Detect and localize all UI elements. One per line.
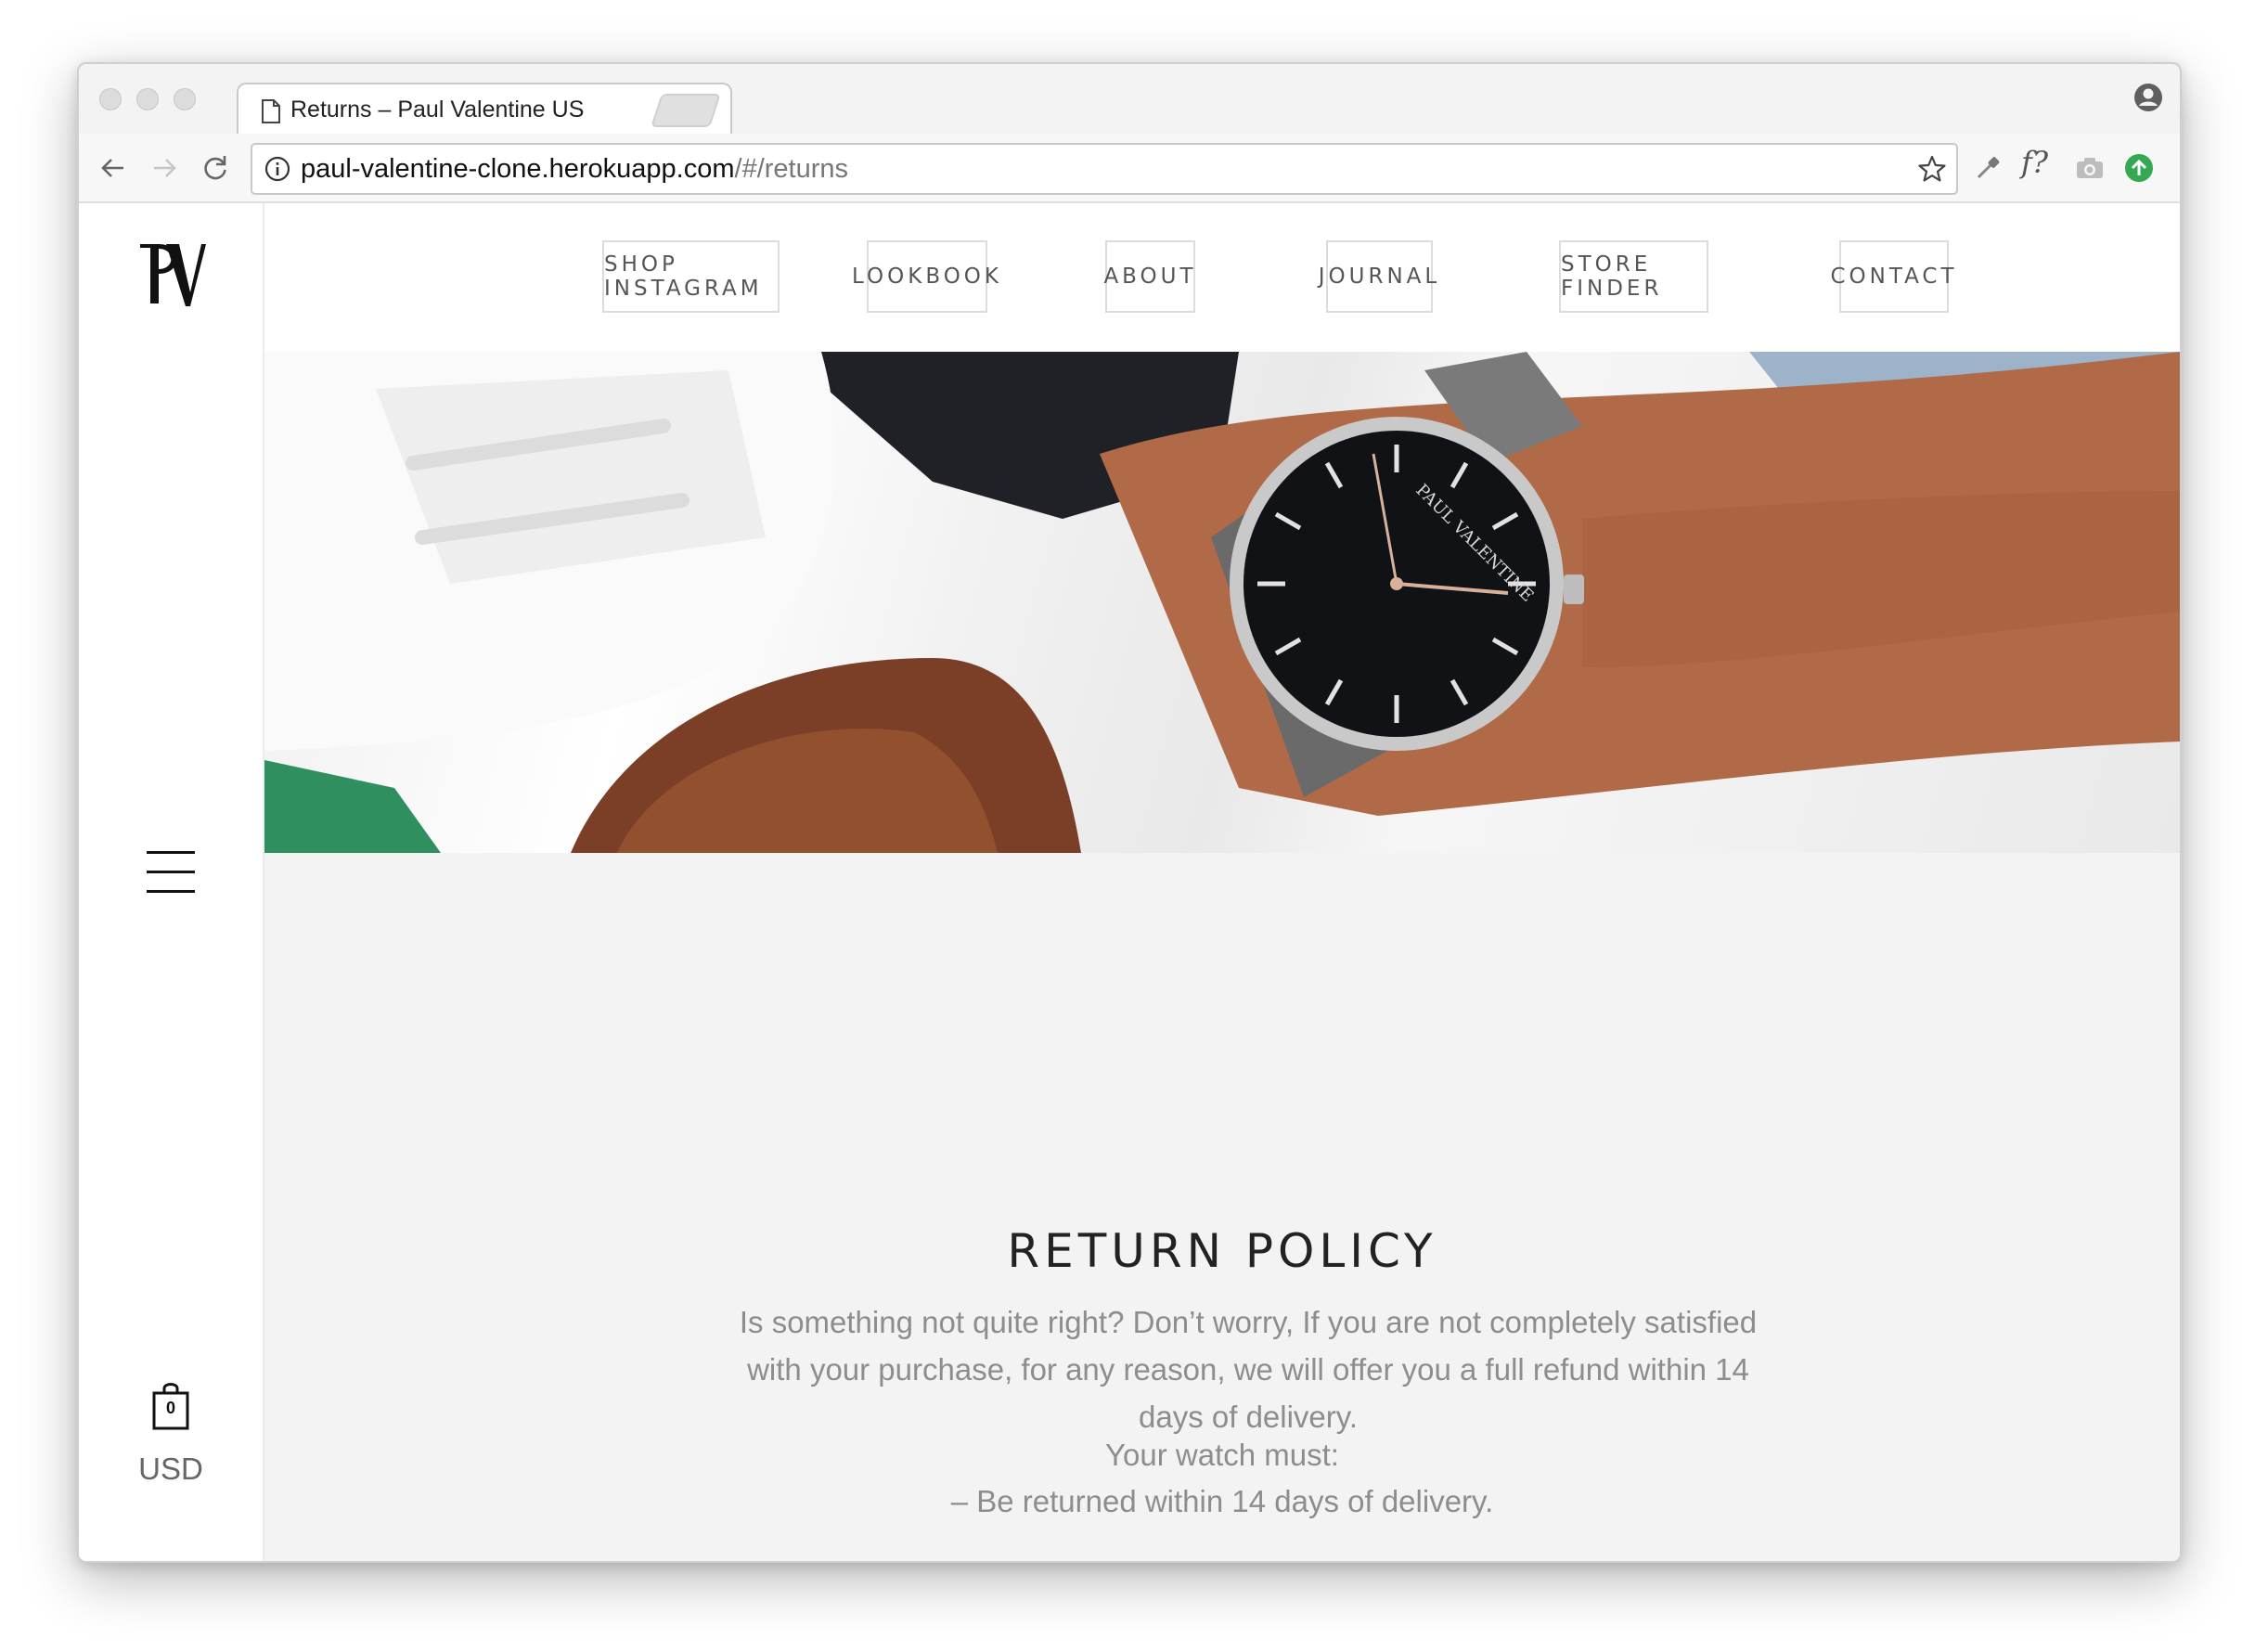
camera-extension-icon[interactable] <box>2074 152 2106 184</box>
cart-count: 0 <box>165 1399 175 1417</box>
minimize-window-button[interactable] <box>136 88 159 110</box>
top-navigation: SHOP INSTAGRAM LOOKBOOK ABOUT JOURNAL ST… <box>264 203 2180 352</box>
new-tab-button[interactable] <box>651 94 721 127</box>
shopping-bag-icon[interactable]: 0 <box>151 1382 190 1430</box>
nav-contact[interactable]: CONTACT <box>1830 240 1954 313</box>
page-icon <box>262 99 280 123</box>
site-info-icon[interactable] <box>264 156 290 182</box>
policy-intro-text: Is something not quite right? Don’t worr… <box>739 1305 1758 1434</box>
requirement-item: – Be returned within 14 days of delivery… <box>950 1484 1494 1518</box>
paul-valentine-logo[interactable] <box>135 237 209 309</box>
page-title: RETURN POLICY <box>1007 1224 1437 1278</box>
zoom-window-button[interactable] <box>174 88 196 110</box>
bookmark-star-icon[interactable] <box>1917 154 1947 184</box>
address-bar[interactable]: paul-valentine-clone.herokuapp.com/#/ret… <box>251 143 1958 195</box>
nav-lookbook[interactable]: LOOKBOOK <box>852 240 999 313</box>
nav-about[interactable]: ABOUT <box>1103 240 1195 313</box>
sidebar: 0 USD <box>79 203 264 1561</box>
currency-selector[interactable]: USD <box>79 1452 263 1487</box>
eyedropper-extension-icon[interactable] <box>1972 152 2004 184</box>
font-extension-icon[interactable]: f? <box>2021 145 2048 180</box>
url-host: paul-valentine-clone.herokuapp.com <box>301 154 735 184</box>
upload-extension-icon[interactable] <box>2123 152 2155 184</box>
forward-arrow-icon[interactable] <box>148 152 180 184</box>
requirements-heading: Your watch must: <box>1105 1438 1339 1472</box>
close-window-button[interactable] <box>99 88 122 110</box>
tab-title: Returns – Paul Valentine US <box>290 97 585 123</box>
hero-image: PAUL VALENTINE <box>264 352 2180 853</box>
reload-icon[interactable] <box>200 152 231 184</box>
tab-strip: Returns – Paul Valentine US × <box>79 64 2180 136</box>
menu-hamburger-icon[interactable] <box>147 851 195 894</box>
profile-icon[interactable] <box>2133 83 2163 112</box>
url-text[interactable]: paul-valentine-clone.herokuapp.com/#/ret… <box>301 154 848 185</box>
web-page: 0 USD SHOP INSTAGRAM LOOKBOOK ABOUT JOUR… <box>79 203 2180 1561</box>
url-path: /#/returns <box>734 154 849 184</box>
nav-shop-instagram[interactable]: SHOP INSTAGRAM <box>602 240 780 313</box>
nav-store-finder[interactable]: STORE FINDER <box>1559 240 1708 313</box>
nav-journal[interactable]: JOURNAL <box>1319 240 1437 313</box>
browser-window: Returns – Paul Valentine US × p <box>77 62 2182 1563</box>
back-arrow-icon[interactable] <box>97 152 129 184</box>
browser-toolbar: paul-valentine-clone.herokuapp.com/#/ret… <box>79 134 2180 203</box>
main-content: SHOP INSTAGRAM LOOKBOOK ABOUT JOURNAL ST… <box>264 203 2180 1561</box>
watch-on-wrist-photo: PAUL VALENTINE <box>264 352 2180 853</box>
